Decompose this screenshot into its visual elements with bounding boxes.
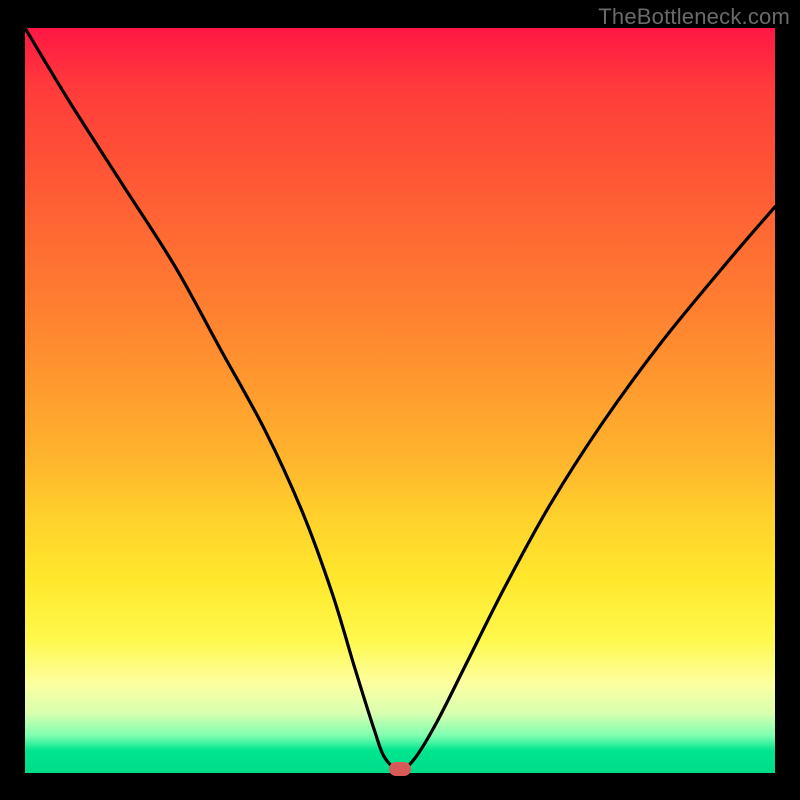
plot-area	[25, 28, 775, 773]
watermark-text: TheBottleneck.com	[598, 4, 790, 30]
bottleneck-curve	[25, 28, 775, 773]
bottleneck-marker	[389, 762, 411, 776]
chart-frame: TheBottleneck.com	[0, 0, 800, 800]
